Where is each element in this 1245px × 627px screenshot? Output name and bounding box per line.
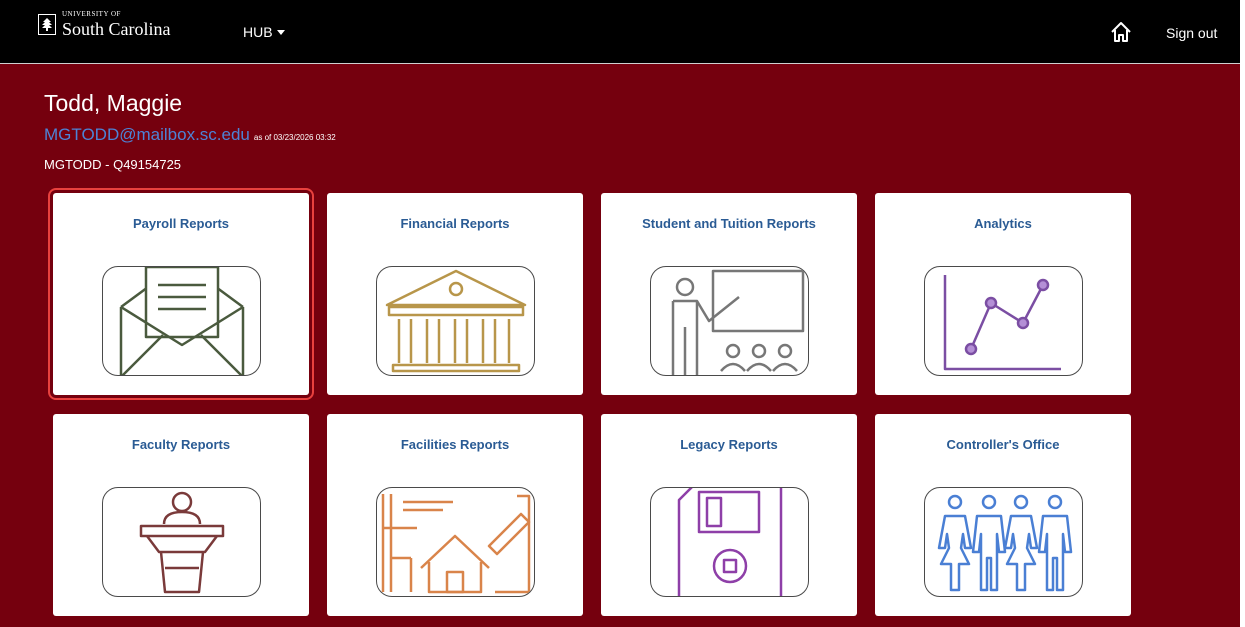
house-blueprint-icon — [376, 487, 535, 597]
people-icon — [924, 487, 1083, 597]
podium-icon — [102, 487, 261, 597]
sign-out-link[interactable]: Sign out — [1166, 25, 1217, 41]
tree-emblem-icon — [38, 14, 56, 35]
teacher-icon — [650, 266, 809, 376]
tile-student-tuition-reports[interactable]: Student and Tuition Reports — [601, 193, 857, 395]
top-navbar: UNIVERSITY OF South Carolina HUB Sign ou… — [0, 0, 1240, 64]
floppy-disk-icon — [650, 487, 809, 597]
logo-subtitle: UNIVERSITY OF — [62, 10, 121, 18]
user-name: Todd, Maggie — [44, 90, 183, 116]
tile-legacy-reports[interactable]: Legacy Reports — [601, 414, 857, 616]
home-icon[interactable] — [1110, 21, 1132, 48]
tile-title: Facilities Reports — [400, 437, 510, 452]
bank-icon — [376, 266, 535, 376]
envelope-icon — [102, 266, 261, 376]
tile-title: Analytics — [974, 216, 1032, 231]
hub-label: HUB — [243, 24, 273, 40]
tile-faculty-reports[interactable]: Faculty Reports — [53, 414, 309, 616]
user-email-link[interactable]: MGTODD@mailbox.sc.edu — [44, 125, 250, 145]
logo-title: South Carolina — [62, 19, 171, 39]
hub-dropdown[interactable]: HUB — [243, 24, 285, 40]
tile-title: Faculty Reports — [131, 437, 231, 452]
tile-title: Legacy Reports — [680, 437, 778, 452]
tile-analytics[interactable]: Analytics — [875, 193, 1131, 395]
tile-payroll-reports[interactable]: Payroll Reports — [48, 188, 314, 400]
university-logo[interactable]: UNIVERSITY OF South Carolina — [38, 11, 171, 38]
tile-financial-reports[interactable]: Financial Reports — [327, 193, 583, 395]
user-id: MGTODD - Q49154725 — [44, 157, 182, 172]
user-email-line: MGTODD@mailbox.sc.edu as of 03/23/2026 0… — [44, 125, 336, 145]
tile-title: Student and Tuition Reports — [642, 216, 816, 231]
tile-title: Payroll Reports — [132, 216, 230, 231]
line-chart-icon — [924, 266, 1083, 376]
as-of-timestamp: as of 03/23/2026 03:32 — [253, 133, 336, 142]
tile-facilities-reports[interactable]: Facilities Reports — [327, 414, 583, 616]
tile-title: Controller's Office — [946, 437, 1060, 452]
tile-title: Financial Reports — [400, 216, 510, 231]
main-content: Todd, Maggie MGTODD@mailbox.sc.edu as of… — [0, 64, 1240, 627]
caret-down-icon — [276, 29, 285, 35]
tile-controllers-office[interactable]: Controller's Office — [875, 414, 1131, 616]
